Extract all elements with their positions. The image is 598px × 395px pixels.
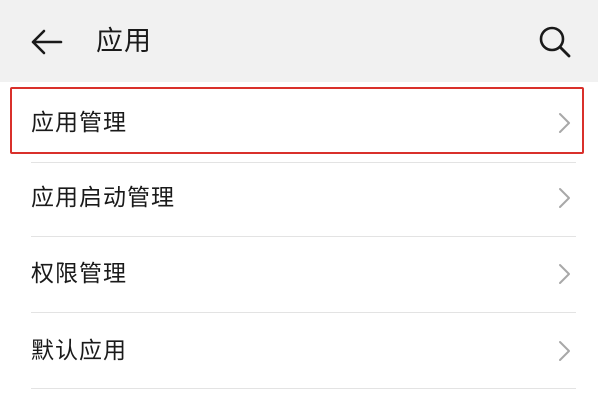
list-item-label: 应用启动管理 — [31, 185, 175, 211]
chevron-right-icon — [559, 341, 570, 361]
title-bar: 应用 — [0, 0, 598, 82]
list-item-label: 权限管理 — [31, 261, 127, 287]
chevron-right-icon — [559, 264, 570, 284]
arrow-left-icon — [31, 29, 63, 55]
chevron-right-icon — [559, 188, 570, 208]
list-item-label: 默认应用 — [31, 338, 127, 364]
divider — [31, 388, 576, 389]
back-button[interactable] — [24, 22, 68, 62]
list-item-app-management[interactable]: 应用管理 — [0, 85, 598, 161]
settings-list: 应用管理 应用启动管理 权限管理 默认应用 — [0, 82, 598, 395]
search-button[interactable] — [532, 20, 578, 64]
list-item-app-launch-management[interactable]: 应用启动管理 — [0, 160, 598, 236]
page-title: 应用 — [96, 26, 152, 57]
list-item-permission-management[interactable]: 权限管理 — [0, 236, 598, 312]
list-item-default-apps[interactable]: 默认应用 — [0, 313, 598, 389]
screen: 应用 应用管理 应用启动管理 权限管理 默认应用 — [0, 0, 598, 395]
chevron-right-icon — [559, 113, 570, 133]
list-item-label: 应用管理 — [31, 110, 127, 136]
search-icon — [539, 26, 571, 58]
